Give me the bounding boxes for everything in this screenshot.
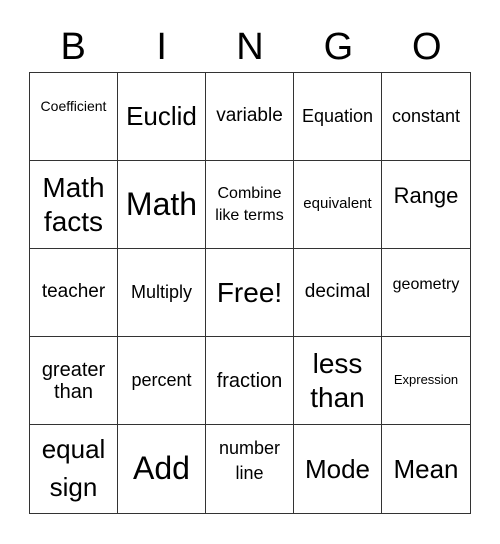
bingo-cell[interactable]: Mode xyxy=(294,425,382,513)
bingo-cell[interactable]: Equation xyxy=(294,73,382,161)
cell-text: Math facts xyxy=(42,171,105,237)
cell-text: equal sign xyxy=(41,434,106,502)
cell-text: number line xyxy=(218,437,281,483)
cell-text: Combine like terms xyxy=(215,184,284,224)
cell-text: decimal xyxy=(304,281,371,303)
bingo-cell[interactable]: Math xyxy=(118,161,206,249)
cell-text: teacher xyxy=(41,281,106,303)
cell-text: variable xyxy=(216,105,283,127)
cell-text: Equation xyxy=(301,105,374,126)
cell-text: Expression xyxy=(393,372,459,388)
cell-text: greater than xyxy=(41,358,106,403)
bingo-cell[interactable]: Euclid xyxy=(118,73,206,161)
bingo-cell[interactable]: equal sign xyxy=(30,425,118,513)
bingo-cell[interactable]: Math facts xyxy=(30,161,118,249)
cell-text: Mean xyxy=(393,453,459,484)
header-letter-b: B xyxy=(60,26,86,68)
bingo-cell[interactable]: Add xyxy=(118,425,206,513)
bingo-cell[interactable]: geometry xyxy=(382,249,470,337)
cell-text: Math xyxy=(125,185,198,222)
bingo-header: B I N G O xyxy=(29,22,471,72)
cell-text: Euclid xyxy=(126,101,197,132)
bingo-cell[interactable]: greater than xyxy=(30,337,118,425)
bingo-cell[interactable]: Range xyxy=(382,161,470,249)
header-letter-o: O xyxy=(412,26,442,68)
cell-text: Range xyxy=(393,183,459,209)
bingo-cell[interactable]: fraction xyxy=(206,337,294,425)
bingo-cell[interactable]: percent xyxy=(118,337,206,425)
cell-text: constant xyxy=(391,105,461,126)
bingo-cell[interactable]: equivalent xyxy=(294,161,382,249)
header-letter-i: I xyxy=(156,26,167,68)
bingo-cell[interactable]: number line xyxy=(206,425,294,513)
cell-text: Free! xyxy=(216,276,283,308)
cell-text: less than xyxy=(310,347,365,413)
bingo-grid: Coefficient Euclid variable Equation con… xyxy=(29,72,471,514)
cell-text: fraction xyxy=(216,369,283,392)
cell-text: geometry xyxy=(392,275,460,293)
header-letter-g: G xyxy=(323,26,354,68)
bingo-cell[interactable]: Coefficient xyxy=(30,73,118,161)
bingo-cell free-space[interactable]: Free! xyxy=(206,249,294,337)
cell-text: Coefficient xyxy=(40,97,107,114)
bingo-cell[interactable]: Combine like terms xyxy=(206,161,294,249)
cell-text: percent xyxy=(131,369,192,390)
cell-text: Add xyxy=(133,450,190,487)
bingo-cell[interactable]: Mean xyxy=(382,425,470,513)
bingo-cell[interactable]: Multiply xyxy=(118,249,206,337)
cell-text: equivalent xyxy=(303,195,372,213)
bingo-cell[interactable]: constant xyxy=(382,73,470,161)
bingo-cell[interactable]: decimal xyxy=(294,249,382,337)
bingo-cell[interactable]: teacher xyxy=(30,249,118,337)
cell-text: Multiply xyxy=(130,281,192,302)
cell-text: Mode xyxy=(304,453,371,484)
bingo-cell[interactable]: variable xyxy=(206,73,294,161)
bingo-cell[interactable]: Expression xyxy=(382,337,470,425)
header-letter-n: N xyxy=(236,26,264,68)
bingo-cell[interactable]: less than xyxy=(294,337,382,425)
